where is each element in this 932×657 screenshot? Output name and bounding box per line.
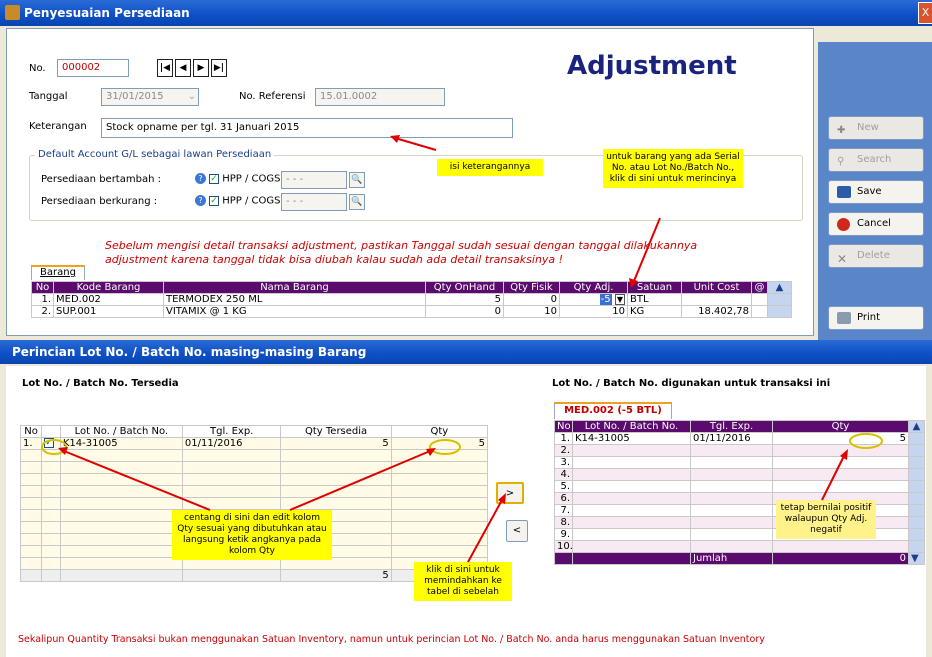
highlight-right-qty <box>849 433 883 449</box>
arrow-serial <box>633 217 661 282</box>
new-label: New <box>857 122 879 133</box>
binoculars-icon: ⚲ <box>837 156 845 167</box>
arrow-centang-check <box>63 450 211 511</box>
dialog-annotation-arrows <box>41 433 883 563</box>
annotation-arrows <box>390 135 661 288</box>
search-button[interactable]: ⚲ Search <box>828 148 924 172</box>
arrow-positif <box>821 455 845 501</box>
delete-label: Delete <box>857 250 890 261</box>
cancel-button[interactable]: Cancel <box>828 212 924 236</box>
action-panel: ✚ New ⚲ Search Save Cancel ✕ Delete Print <box>818 42 932 340</box>
save-label: Save <box>857 186 882 197</box>
arrowhead <box>840 449 848 460</box>
search-label: Search <box>857 154 892 165</box>
delete-button[interactable]: ✕ Delete <box>828 244 924 268</box>
highlight-qty <box>429 439 461 455</box>
cancel-icon <box>837 218 850 231</box>
delete-icon: ✕ <box>837 252 848 266</box>
arrow-pindah <box>467 499 503 563</box>
arrow-centang-qty <box>289 450 431 511</box>
arrowhead <box>629 278 638 288</box>
new-button[interactable]: ✚ New <box>828 116 924 140</box>
arrow-keterangan <box>394 137 437 151</box>
cancel-label: Cancel <box>857 218 891 229</box>
print-label: Print <box>857 312 881 323</box>
plus-icon: ✚ <box>837 125 846 136</box>
arrowhead <box>498 493 506 504</box>
printer-icon <box>837 312 851 324</box>
arrowhead <box>390 135 400 143</box>
adjustment-window: Penyesuaian Persediaan X No. 000002 |◀ ◀… <box>0 0 932 340</box>
save-button[interactable]: Save <box>828 180 924 204</box>
floppy-icon <box>837 186 851 198</box>
lot-detail-dialog: Perincian Lot No. / Batch No. masing-mas… <box>0 340 932 657</box>
print-button[interactable]: Print <box>828 306 924 330</box>
